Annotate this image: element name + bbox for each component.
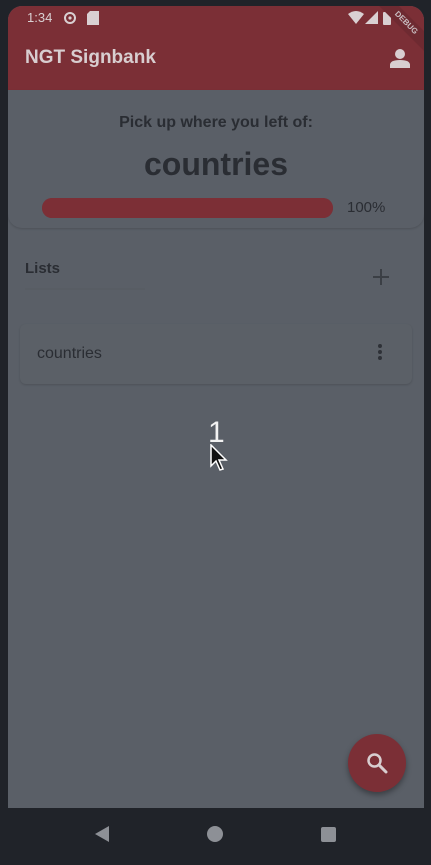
list-item-label: countries — [37, 345, 102, 362]
progress-text: 100% — [347, 199, 386, 216]
resume-label: Pick up where you left of: — [119, 114, 313, 131]
status-time: 1:34 — [27, 10, 53, 25]
wifi-icon — [348, 11, 364, 24]
resume-word: countries — [143, 146, 289, 182]
search-fab-button[interactable] — [348, 734, 406, 792]
lists-divider — [25, 288, 145, 290]
home-icon[interactable] — [207, 826, 223, 842]
system-nav-bar — [0, 808, 431, 865]
plus-icon[interactable] — [368, 264, 394, 290]
app-bar: NGT Signbank — [8, 30, 424, 90]
resume-card[interactable]: Pick up where you left of: countries 100… — [8, 90, 424, 228]
recents-icon[interactable] — [321, 827, 336, 842]
progress-bar — [42, 198, 333, 218]
progress-fill — [42, 198, 333, 218]
sd-card-icon — [87, 11, 99, 25]
back-icon[interactable] — [94, 825, 110, 843]
mouse-cursor-icon — [210, 444, 228, 471]
search-icon — [367, 753, 388, 774]
lists-heading: Lists — [25, 260, 61, 277]
phone-screen: 1:34 NGT Signbank DEBUG Pick up where yo… — [8, 6, 424, 808]
list-item[interactable]: countries — [20, 324, 412, 384]
app-title: NGT Signbank — [25, 47, 156, 68]
more-vert-icon[interactable] — [376, 344, 384, 364]
signal-icon — [365, 11, 378, 24]
settings-icon — [64, 12, 76, 24]
status-bar: 1:34 — [8, 6, 424, 30]
account-icon[interactable] — [390, 48, 410, 68]
